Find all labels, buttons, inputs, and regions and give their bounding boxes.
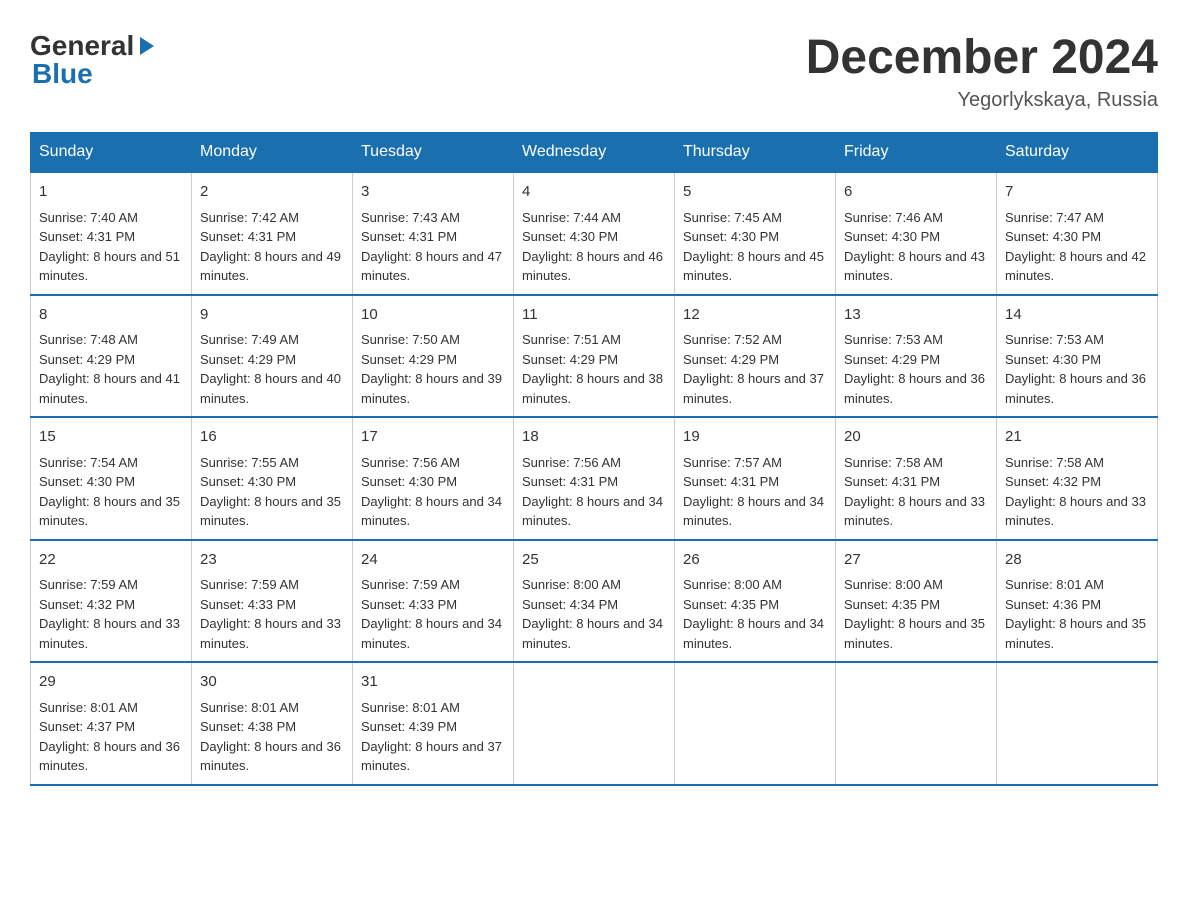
day-number: 13 bbox=[844, 304, 988, 327]
day-number: 1 bbox=[39, 181, 183, 204]
day-header-monday: Monday bbox=[192, 133, 353, 173]
day-header-tuesday: Tuesday bbox=[353, 133, 514, 173]
day-header-saturday: Saturday bbox=[997, 133, 1158, 173]
calendar-week-3: 15Sunrise: 7:54 AMSunset: 4:30 PMDayligh… bbox=[31, 417, 1158, 540]
calendar-day-25: 25Sunrise: 8:00 AMSunset: 4:34 PMDayligh… bbox=[514, 540, 675, 663]
day-header-wednesday: Wednesday bbox=[514, 133, 675, 173]
day-number: 7 bbox=[1005, 181, 1149, 204]
page-header: General Blue December 2024 Yegorlykskaya… bbox=[30, 30, 1158, 112]
day-number: 23 bbox=[200, 549, 344, 572]
calendar-day-21: 21Sunrise: 7:58 AMSunset: 4:32 PMDayligh… bbox=[997, 417, 1158, 540]
day-number: 27 bbox=[844, 549, 988, 572]
day-number: 21 bbox=[1005, 426, 1149, 449]
day-number: 10 bbox=[361, 304, 505, 327]
day-number: 30 bbox=[200, 671, 344, 694]
calendar-day-29: 29Sunrise: 8:01 AMSunset: 4:37 PMDayligh… bbox=[31, 662, 192, 785]
day-header-friday: Friday bbox=[836, 133, 997, 173]
calendar-day-4: 4Sunrise: 7:44 AMSunset: 4:30 PMDaylight… bbox=[514, 172, 675, 295]
calendar-empty-cell bbox=[836, 662, 997, 785]
day-number: 20 bbox=[844, 426, 988, 449]
calendar-day-31: 31Sunrise: 8:01 AMSunset: 4:39 PMDayligh… bbox=[353, 662, 514, 785]
day-header-sunday: Sunday bbox=[31, 133, 192, 173]
calendar-header-row: SundayMondayTuesdayWednesdayThursdayFrid… bbox=[31, 133, 1158, 173]
day-number: 3 bbox=[361, 181, 505, 204]
title-area: December 2024 Yegorlykskaya, Russia bbox=[806, 30, 1158, 112]
location-subtitle: Yegorlykskaya, Russia bbox=[806, 89, 1158, 112]
day-number: 12 bbox=[683, 304, 827, 327]
calendar-day-11: 11Sunrise: 7:51 AMSunset: 4:29 PMDayligh… bbox=[514, 295, 675, 418]
logo-arrow-icon bbox=[136, 35, 158, 57]
calendar-day-12: 12Sunrise: 7:52 AMSunset: 4:29 PMDayligh… bbox=[675, 295, 836, 418]
day-number: 31 bbox=[361, 671, 505, 694]
calendar-day-17: 17Sunrise: 7:56 AMSunset: 4:30 PMDayligh… bbox=[353, 417, 514, 540]
day-number: 24 bbox=[361, 549, 505, 572]
logo-blue-text: Blue bbox=[32, 58, 93, 89]
day-number: 2 bbox=[200, 181, 344, 204]
calendar-week-1: 1Sunrise: 7:40 AMSunset: 4:31 PMDaylight… bbox=[31, 172, 1158, 295]
calendar-day-16: 16Sunrise: 7:55 AMSunset: 4:30 PMDayligh… bbox=[192, 417, 353, 540]
calendar-empty-cell bbox=[675, 662, 836, 785]
calendar-day-10: 10Sunrise: 7:50 AMSunset: 4:29 PMDayligh… bbox=[353, 295, 514, 418]
calendar-day-22: 22Sunrise: 7:59 AMSunset: 4:32 PMDayligh… bbox=[31, 540, 192, 663]
calendar-day-8: 8Sunrise: 7:48 AMSunset: 4:29 PMDaylight… bbox=[31, 295, 192, 418]
day-number: 17 bbox=[361, 426, 505, 449]
calendar-day-20: 20Sunrise: 7:58 AMSunset: 4:31 PMDayligh… bbox=[836, 417, 997, 540]
day-number: 19 bbox=[683, 426, 827, 449]
calendar-table: SundayMondayTuesdayWednesdayThursdayFrid… bbox=[30, 132, 1158, 786]
calendar-week-4: 22Sunrise: 7:59 AMSunset: 4:32 PMDayligh… bbox=[31, 540, 1158, 663]
day-number: 26 bbox=[683, 549, 827, 572]
calendar-day-23: 23Sunrise: 7:59 AMSunset: 4:33 PMDayligh… bbox=[192, 540, 353, 663]
calendar-day-24: 24Sunrise: 7:59 AMSunset: 4:33 PMDayligh… bbox=[353, 540, 514, 663]
day-number: 9 bbox=[200, 304, 344, 327]
calendar-week-5: 29Sunrise: 8:01 AMSunset: 4:37 PMDayligh… bbox=[31, 662, 1158, 785]
calendar-day-9: 9Sunrise: 7:49 AMSunset: 4:29 PMDaylight… bbox=[192, 295, 353, 418]
logo: General Blue bbox=[30, 30, 158, 90]
day-number: 14 bbox=[1005, 304, 1149, 327]
day-number: 8 bbox=[39, 304, 183, 327]
calendar-empty-cell bbox=[997, 662, 1158, 785]
day-number: 25 bbox=[522, 549, 666, 572]
calendar-day-6: 6Sunrise: 7:46 AMSunset: 4:30 PMDaylight… bbox=[836, 172, 997, 295]
day-number: 16 bbox=[200, 426, 344, 449]
day-number: 29 bbox=[39, 671, 183, 694]
day-number: 5 bbox=[683, 181, 827, 204]
calendar-week-2: 8Sunrise: 7:48 AMSunset: 4:29 PMDaylight… bbox=[31, 295, 1158, 418]
day-number: 28 bbox=[1005, 549, 1149, 572]
day-number: 11 bbox=[522, 304, 666, 327]
calendar-day-5: 5Sunrise: 7:45 AMSunset: 4:30 PMDaylight… bbox=[675, 172, 836, 295]
calendar-day-26: 26Sunrise: 8:00 AMSunset: 4:35 PMDayligh… bbox=[675, 540, 836, 663]
month-year-title: December 2024 bbox=[806, 30, 1158, 85]
calendar-day-2: 2Sunrise: 7:42 AMSunset: 4:31 PMDaylight… bbox=[192, 172, 353, 295]
day-number: 18 bbox=[522, 426, 666, 449]
day-number: 6 bbox=[844, 181, 988, 204]
calendar-day-15: 15Sunrise: 7:54 AMSunset: 4:30 PMDayligh… bbox=[31, 417, 192, 540]
calendar-day-7: 7Sunrise: 7:47 AMSunset: 4:30 PMDaylight… bbox=[997, 172, 1158, 295]
calendar-day-1: 1Sunrise: 7:40 AMSunset: 4:31 PMDaylight… bbox=[31, 172, 192, 295]
calendar-day-27: 27Sunrise: 8:00 AMSunset: 4:35 PMDayligh… bbox=[836, 540, 997, 663]
calendar-day-19: 19Sunrise: 7:57 AMSunset: 4:31 PMDayligh… bbox=[675, 417, 836, 540]
day-number: 22 bbox=[39, 549, 183, 572]
calendar-day-14: 14Sunrise: 7:53 AMSunset: 4:30 PMDayligh… bbox=[997, 295, 1158, 418]
calendar-day-3: 3Sunrise: 7:43 AMSunset: 4:31 PMDaylight… bbox=[353, 172, 514, 295]
calendar-day-13: 13Sunrise: 7:53 AMSunset: 4:29 PMDayligh… bbox=[836, 295, 997, 418]
calendar-day-18: 18Sunrise: 7:56 AMSunset: 4:31 PMDayligh… bbox=[514, 417, 675, 540]
day-number: 4 bbox=[522, 181, 666, 204]
day-number: 15 bbox=[39, 426, 183, 449]
calendar-empty-cell bbox=[514, 662, 675, 785]
calendar-day-28: 28Sunrise: 8:01 AMSunset: 4:36 PMDayligh… bbox=[997, 540, 1158, 663]
day-header-thursday: Thursday bbox=[675, 133, 836, 173]
calendar-day-30: 30Sunrise: 8:01 AMSunset: 4:38 PMDayligh… bbox=[192, 662, 353, 785]
